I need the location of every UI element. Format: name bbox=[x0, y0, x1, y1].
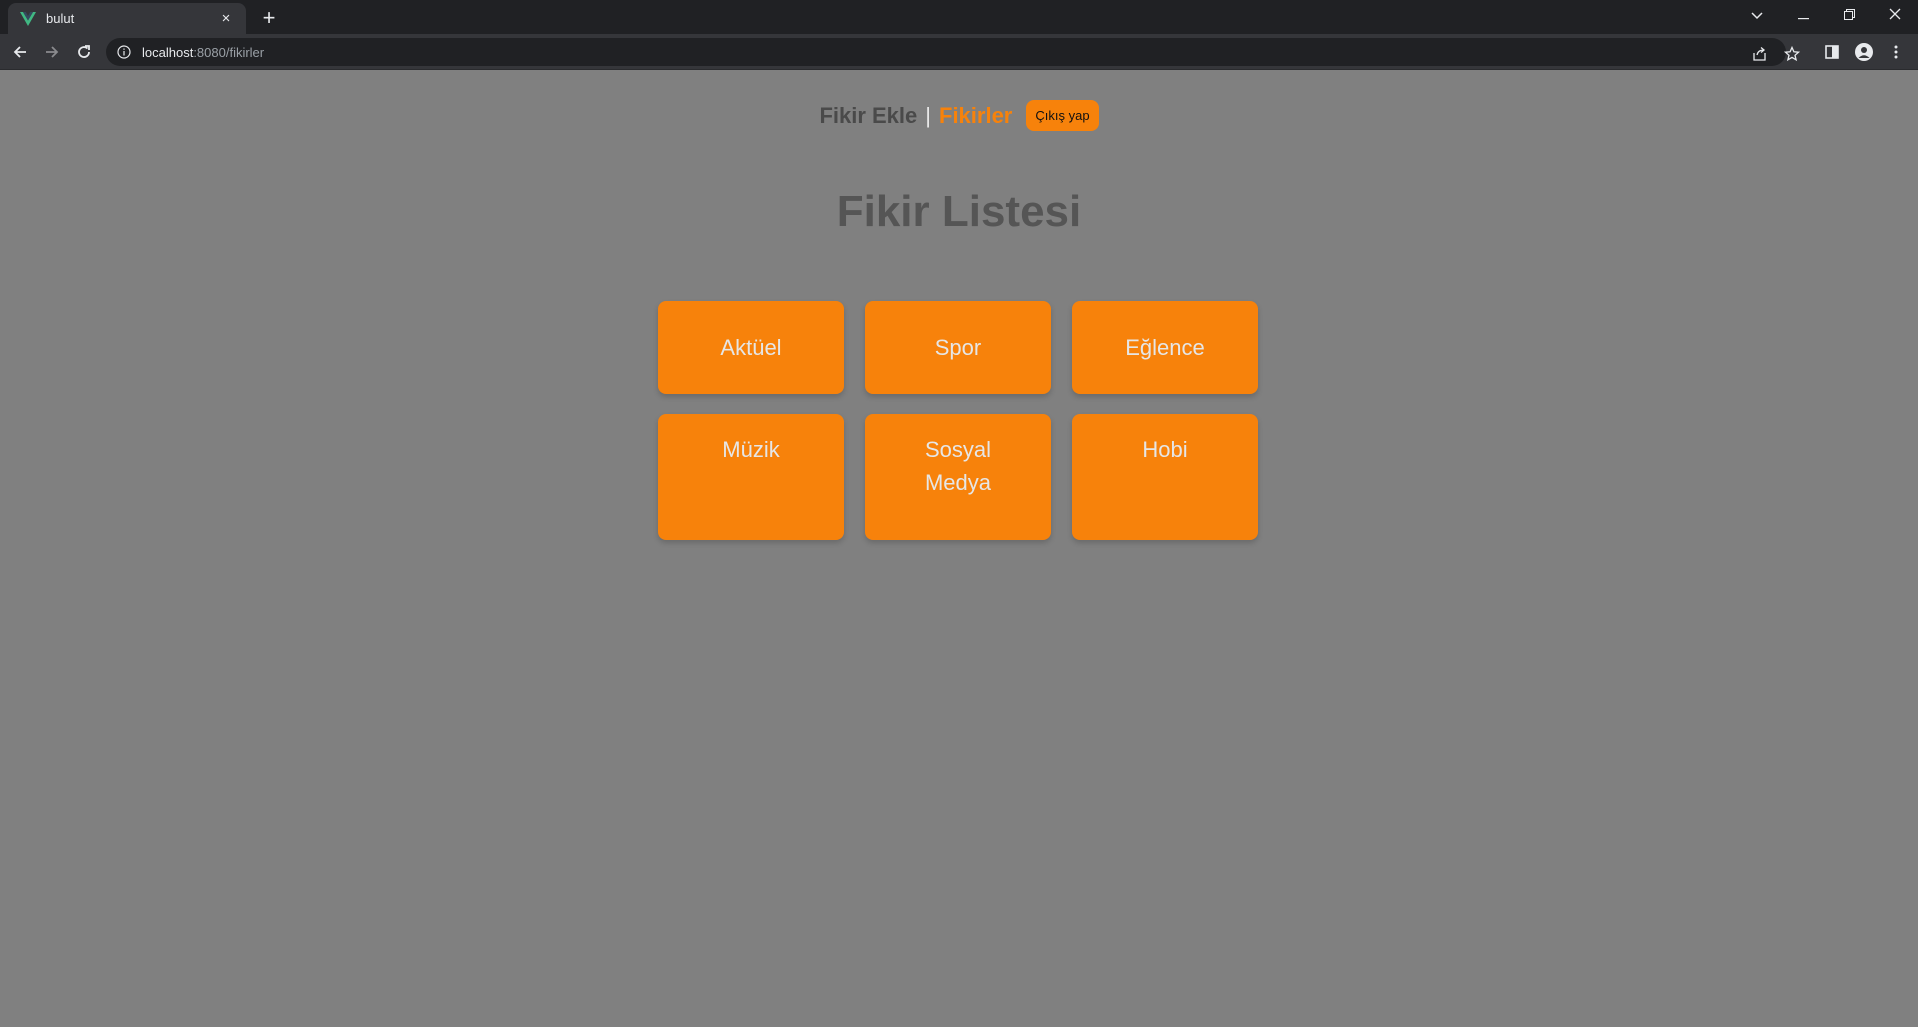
category-card-hobi[interactable]: Hobi bbox=[1072, 414, 1258, 540]
profile-avatar-icon[interactable] bbox=[1854, 42, 1874, 62]
more-menu-icon[interactable] bbox=[1886, 42, 1906, 62]
top-nav: Fikir Ekle | Fikirler Çıkış yap bbox=[0, 100, 1918, 131]
minimize-icon[interactable] bbox=[1780, 0, 1826, 30]
category-grid: Aktüel Spor Eğlence Müzik Sosyal Medya H… bbox=[658, 301, 1258, 540]
bookmark-star-icon[interactable] bbox=[1782, 44, 1802, 64]
restore-icon[interactable] bbox=[1826, 0, 1872, 30]
nav-link-add-idea[interactable]: Fikir Ekle bbox=[819, 103, 917, 129]
category-card-sosyal-medya[interactable]: Sosyal Medya bbox=[865, 414, 1051, 540]
browser-tab[interactable]: bulut × bbox=[8, 3, 246, 34]
vue-favicon-icon bbox=[20, 11, 36, 27]
tab-search-icon[interactable] bbox=[1734, 0, 1780, 30]
category-card-aktuel[interactable]: Aktüel bbox=[658, 301, 844, 394]
browser-toolbar: localhost:8080/fikirler bbox=[0, 34, 1918, 70]
share-icon[interactable] bbox=[1750, 44, 1770, 64]
side-panel-icon[interactable] bbox=[1822, 42, 1842, 62]
tab-title: bulut bbox=[46, 11, 75, 26]
url-text: localhost:8080/fikirler bbox=[142, 44, 265, 60]
address-bar[interactable]: localhost:8080/fikirler bbox=[106, 38, 1800, 66]
logout-button[interactable]: Çıkış yap bbox=[1026, 100, 1099, 131]
close-window-icon[interactable] bbox=[1872, 0, 1918, 30]
tab-close-icon[interactable]: × bbox=[214, 10, 238, 27]
category-card-muzik[interactable]: Müzik bbox=[658, 414, 844, 540]
new-tab-button[interactable]: + bbox=[256, 5, 282, 31]
site-info-icon[interactable] bbox=[116, 44, 132, 60]
nav-separator: | bbox=[925, 102, 931, 128]
back-arrow-icon[interactable] bbox=[6, 38, 34, 66]
page-title: Fikir Listesi bbox=[836, 187, 1082, 236]
page-content: Fikir Ekle | Fikirler Çıkış yap Fikir Li… bbox=[0, 71, 1918, 1027]
category-card-eglence[interactable]: Eğlence bbox=[1072, 301, 1258, 394]
reload-icon[interactable] bbox=[70, 38, 98, 66]
category-card-spor[interactable]: Spor bbox=[865, 301, 1051, 394]
browser-tab-bar: bulut × + bbox=[0, 0, 1918, 34]
nav-link-ideas[interactable]: Fikirler bbox=[939, 103, 1012, 129]
forward-arrow-icon[interactable] bbox=[38, 38, 66, 66]
